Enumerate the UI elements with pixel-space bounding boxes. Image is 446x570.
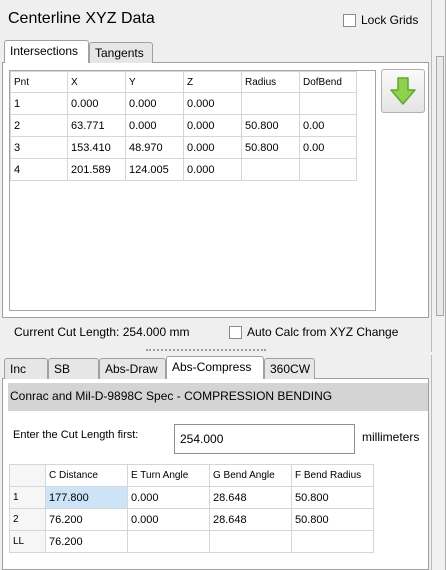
col-header-y[interactable]: Y	[125, 71, 184, 93]
tab-abs-compress[interactable]: Abs-Compress	[166, 356, 264, 379]
cell-pnt[interactable]: 4	[10, 158, 68, 181]
cell-x[interactable]: 153.410	[67, 136, 126, 159]
splitter-grip[interactable]	[146, 349, 266, 351]
table-row: 2 76.200 0.000 28.648 50.800	[9, 508, 374, 531]
tab-inc[interactable]: Inc	[4, 358, 48, 379]
cut-length-prompt: Enter the Cut Length first:	[13, 429, 139, 441]
cell-z[interactable]: 0.000	[183, 114, 242, 137]
cell-y[interactable]: 48.970	[125, 136, 184, 159]
cell-z[interactable]: 0.000	[183, 92, 242, 115]
compress-table: C Distance E Turn Angle G Bend Angle F B…	[9, 464, 374, 553]
table-row: 3 153.410 48.970 0.000 50.800 0.00	[10, 136, 357, 159]
table-header-row: C Distance E Turn Angle G Bend Angle F B…	[9, 464, 374, 487]
row-header[interactable]: 2	[9, 508, 46, 531]
cell-x[interactable]: 63.771	[67, 114, 126, 137]
cell-z[interactable]: 0.000	[183, 158, 242, 181]
cut-length-value: 254.000 mm	[122, 325, 190, 339]
tab-tangents[interactable]: Tangents	[89, 42, 153, 63]
cell-dofbend[interactable]: 0.00	[299, 136, 357, 159]
cell-f-bend-radius[interactable]: 50.800	[291, 508, 374, 531]
row-header[interactable]: 1	[9, 486, 46, 509]
table-row: 1 0.000 0.000 0.000	[10, 92, 357, 115]
col-header-e-turn-angle[interactable]: E Turn Angle	[127, 464, 210, 487]
panel-title: Centerline XYZ Data	[8, 10, 155, 27]
cell-e-turn-angle[interactable]	[127, 530, 210, 553]
cell-c-distance[interactable]: 76.200	[45, 530, 128, 553]
cell-radius[interactable]: 50.800	[241, 136, 300, 159]
cell-dofbend[interactable]	[299, 92, 357, 115]
tab-sb[interactable]: SB	[48, 358, 99, 379]
cell-f-bend-radius[interactable]: 50.800	[291, 486, 374, 509]
col-header-f-bend-radius[interactable]: F Bend Radius	[291, 464, 374, 487]
table-header-row: Pnt X Y Z Radius DofBend	[10, 71, 357, 93]
cell-g-bend-angle[interactable]	[209, 530, 292, 553]
spec-header: Conrac and Mil-D-9898C Spec - COMPRESSIO…	[8, 383, 428, 411]
col-header-dofbend[interactable]: DofBend	[299, 71, 357, 93]
cell-radius[interactable]: 50.800	[241, 114, 300, 137]
col-header-z[interactable]: Z	[183, 71, 242, 93]
cell-e-turn-angle[interactable]: 0.000	[127, 486, 210, 509]
cut-length-input[interactable]	[174, 424, 355, 454]
cell-pnt[interactable]: 3	[10, 136, 68, 159]
tab-intersections[interactable]: Intersections	[4, 40, 89, 63]
cell-pnt[interactable]: 1	[10, 92, 68, 115]
table-row: LL 76.200	[9, 530, 374, 553]
cell-c-distance[interactable]: 76.200	[45, 508, 128, 531]
cell-c-distance[interactable]: 177.800	[45, 486, 128, 509]
cell-dofbend[interactable]: 0.00	[299, 114, 357, 137]
cell-g-bend-angle[interactable]: 28.648	[209, 486, 292, 509]
cell-z[interactable]: 0.000	[183, 136, 242, 159]
tab-abs-draw[interactable]: Abs-Draw	[99, 358, 166, 379]
cut-length-label: Current Cut Length:	[14, 325, 120, 339]
col-header-g-bend-angle[interactable]: G Bend Angle	[209, 464, 292, 487]
cell-pnt[interactable]: 2	[10, 114, 68, 137]
row-header[interactable]: LL	[9, 530, 46, 553]
compress-grid[interactable]: C Distance E Turn Angle G Bend Angle F B…	[9, 464, 374, 553]
down-arrow-icon	[390, 77, 416, 105]
vertical-scrollbar[interactable]	[436, 56, 444, 316]
table-row: 1 177.800 0.000 28.648 50.800	[9, 486, 374, 509]
lock-grids-label: Lock Grids	[361, 13, 419, 27]
cell-e-turn-angle[interactable]: 0.000	[127, 508, 210, 531]
tab-360cw[interactable]: 360CW	[264, 358, 315, 379]
intersections-table: Pnt X Y Z Radius DofBend 1 0.000 0.000 0…	[10, 71, 357, 181]
cell-g-bend-angle[interactable]: 28.648	[209, 508, 292, 531]
col-header-radius[interactable]: Radius	[241, 71, 300, 93]
col-header-x[interactable]: X	[67, 71, 126, 93]
cell-y[interactable]: 124.005	[125, 158, 184, 181]
cell-f-bend-radius[interactable]	[291, 530, 374, 553]
cell-dofbend[interactable]	[299, 158, 357, 181]
cell-x[interactable]: 0.000	[67, 92, 126, 115]
cell-y[interactable]: 0.000	[125, 92, 184, 115]
lock-grids-checkbox-box[interactable]	[343, 13, 356, 27]
table-row: 4 201.589 124.005 0.000	[10, 158, 357, 181]
table-row: 2 63.771 0.000 0.000 50.800 0.00	[10, 114, 357, 137]
cell-radius[interactable]	[241, 158, 300, 181]
auto-calc-label: Auto Calc from XYZ Change	[247, 325, 399, 339]
units-label: millimeters	[362, 430, 420, 444]
auto-calc-checkbox[interactable]: Auto Calc from XYZ Change	[229, 325, 398, 339]
col-header-c-distance[interactable]: C Distance	[45, 464, 128, 487]
auto-calc-checkbox-box[interactable]	[229, 325, 242, 339]
intersections-grid[interactable]: Pnt X Y Z Radius DofBend 1 0.000 0.000 0…	[9, 70, 376, 311]
apply-down-button[interactable]	[381, 69, 425, 113]
lock-grids-checkbox[interactable]: Lock Grids	[343, 13, 418, 27]
grid-corner	[9, 464, 46, 487]
cell-x[interactable]: 201.589	[67, 158, 126, 181]
cell-radius[interactable]	[241, 92, 300, 115]
current-cut-length: Current Cut Length: 254.000 mm	[14, 325, 189, 339]
cell-y[interactable]: 0.000	[125, 114, 184, 137]
col-header-pnt[interactable]: Pnt	[10, 71, 68, 93]
